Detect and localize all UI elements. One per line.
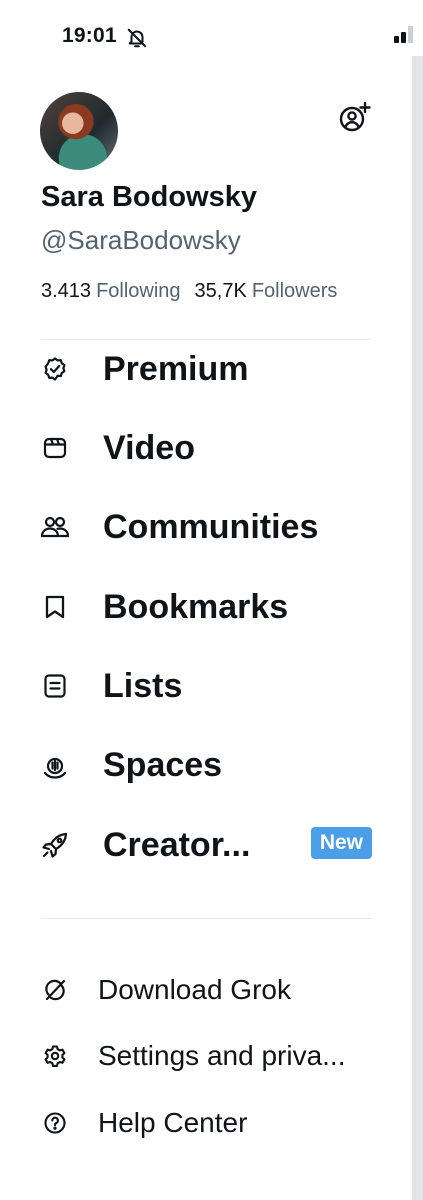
nav-item-premium[interactable]: Premium (40, 344, 372, 394)
bell-muted-icon (126, 27, 148, 49)
nav-label-lists: Lists (103, 666, 183, 705)
menu-item-download-grok[interactable]: Download Grok (40, 968, 372, 1012)
menu-item-settings[interactable]: Settings and priva... (40, 1034, 372, 1078)
nav-label-premium: Premium (103, 349, 249, 388)
nav-item-spaces[interactable]: Spaces (40, 740, 372, 790)
nav-item-creator-studio[interactable]: Creator... New (40, 820, 372, 870)
nav-item-video[interactable]: Video (40, 423, 372, 473)
menu-label-settings: Settings and priva... (98, 1040, 346, 1071)
followers-label: Followers (251, 280, 338, 302)
status-time: 19:01 (62, 24, 117, 47)
followers-link[interactable]: 35,7K Followers (195, 280, 338, 302)
nav-item-communities[interactable]: Communities (40, 502, 372, 552)
timeline-backdrop[interactable] (412, 56, 423, 1200)
gear-icon (40, 1041, 70, 1071)
new-badge: New (310, 827, 372, 859)
nav-label-spaces: Spaces (103, 745, 223, 784)
nav-label-video: Video (103, 428, 195, 467)
grok-icon (40, 975, 70, 1005)
following-label: Following (96, 280, 181, 302)
nav-label-creator-studio: Creator... (103, 825, 251, 864)
communities-icon (40, 512, 70, 542)
nav-item-bookmarks[interactable]: Bookmarks (40, 582, 372, 632)
nav-label-communities: Communities (103, 507, 319, 546)
menu-label-download-grok: Download Grok (98, 974, 291, 1005)
nav-label-bookmarks: Bookmarks (103, 587, 289, 626)
avatar[interactable] (40, 92, 118, 170)
profile-handle[interactable]: @SaraBodowsky (41, 225, 241, 256)
following-count: 3.413 (41, 280, 92, 302)
signal-icon (394, 24, 414, 46)
following-link[interactable]: 3.413 Following (41, 280, 181, 302)
nav-item-lists[interactable]: Lists (40, 661, 372, 711)
profile-name[interactable]: Sara Bodowsky (41, 181, 257, 214)
menu-label-help-center: Help Center (98, 1107, 248, 1138)
video-icon (40, 433, 70, 463)
menu-item-help-center[interactable]: Help Center (40, 1101, 372, 1145)
lists-icon (40, 671, 70, 701)
verified-badge-icon (40, 354, 70, 384)
rocket-icon (40, 830, 70, 860)
followers-count: 35,7K (194, 280, 247, 302)
help-icon (40, 1108, 70, 1138)
divider (41, 918, 371, 919)
bookmark-icon (40, 592, 70, 622)
follow-stats: 3.413 Following 35,7K Followers (41, 280, 337, 303)
add-account-icon[interactable] (337, 100, 371, 134)
divider (41, 339, 371, 340)
spaces-icon (40, 750, 70, 780)
